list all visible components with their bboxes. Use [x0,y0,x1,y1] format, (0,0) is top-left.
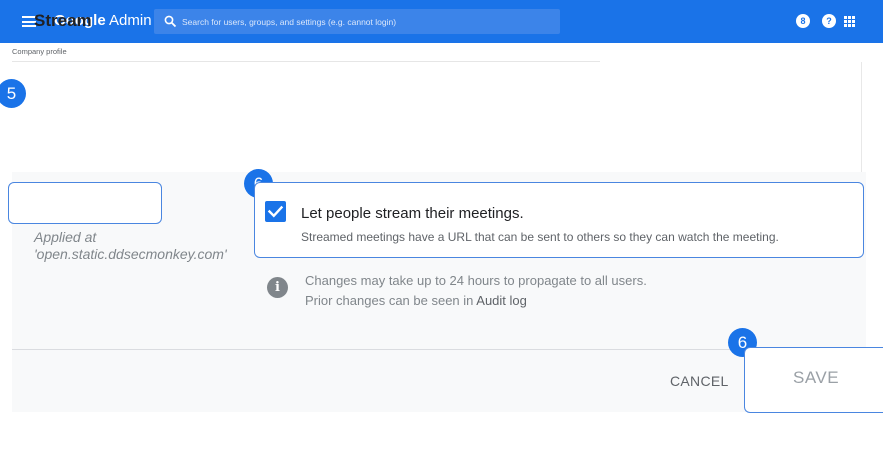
info-icon: i [267,277,288,298]
save-button[interactable]: SAVE [793,368,839,388]
checkbox-checked-icon[interactable] [265,201,286,222]
help-icon[interactable]: ? [822,14,836,28]
stream-option-description: Streamed meetings have a URL that can be… [301,230,779,244]
propagation-notice: Changes may take up to 24 hours to propa… [305,273,647,288]
audit-notice-text: Prior changes can be seen in [305,293,477,308]
setting-title-highlight [8,182,162,224]
audit-log-link[interactable]: Audit log [476,293,527,308]
notification-badge-icon[interactable]: 8 [796,14,810,28]
save-button-highlight: SAVE [744,347,883,413]
applied-at-org: 'open.static.ddsecmonkey.com' [34,246,227,262]
setting-title: Stream [34,11,92,30]
search-icon[interactable] [164,15,177,28]
search-input[interactable] [182,9,552,34]
audit-notice: Prior changes can be seen in Audit log [305,293,527,308]
logo-admin-text: Admin [109,12,152,29]
applied-at-label: Applied at [34,229,97,245]
stream-option-label[interactable]: Let people stream their meetings. [301,205,524,222]
search-bar[interactable] [154,9,560,34]
header-panel [12,62,862,172]
apps-grid-icon[interactable] [844,16,855,27]
breadcrumb[interactable]: Company profile [12,47,67,56]
bottom-area [12,412,866,451]
top-app-bar: Google Admin 8 ? [0,0,883,43]
checkmark-icon [267,205,284,218]
applied-at-text: Applied at 'open.static.ddsecmonkey.com' [34,229,227,263]
cancel-button[interactable]: CANCEL [664,368,735,394]
stream-option-highlight: Let people stream their meetings. Stream… [254,182,864,258]
